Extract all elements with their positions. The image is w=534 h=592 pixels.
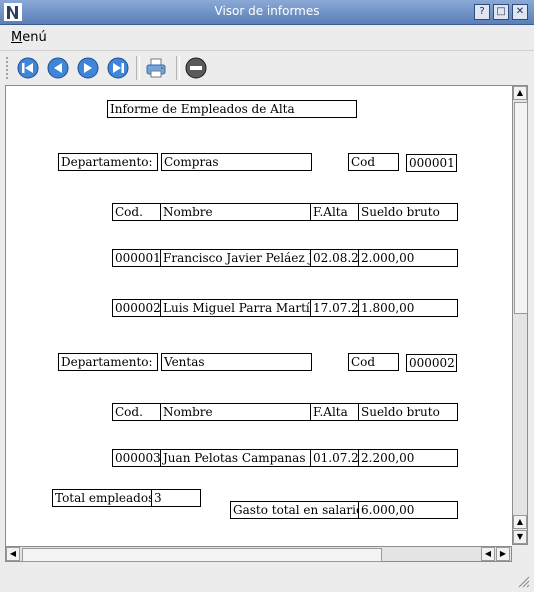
cod-value: 000002 [406, 354, 457, 372]
report-viewport[interactable]: Informe de Empleados de Alta Departament… [5, 85, 513, 547]
row-nombre: Juan Pelotas Campanas [160, 449, 311, 467]
cod-value: 000001 [406, 154, 457, 172]
scroll-up-button[interactable]: ▲ [513, 515, 527, 529]
vertical-scroll-thumb[interactable] [514, 102, 528, 314]
row-nombre: Luis Miguel Parra Martínez [160, 299, 311, 317]
row-sueldo: 2.200,00 [358, 449, 458, 467]
menu-mnemonic: M [11, 30, 23, 45]
total-employees-value: 3 [151, 489, 201, 507]
row-sueldo: 1.800,00 [358, 299, 458, 317]
department-label: Departamento: [58, 153, 158, 171]
print-icon[interactable] [144, 56, 168, 80]
horizontal-scroll-thumb[interactable] [22, 548, 382, 562]
total-salary-label: Gasto total en salarios [230, 501, 359, 519]
scroll-right-button[interactable]: ▶ [496, 547, 510, 561]
cod-label: Cod [348, 353, 399, 371]
department-name: Compras [161, 153, 312, 171]
window-title: Visor de informes [214, 4, 320, 18]
row-falta: 02.08.200 [310, 249, 359, 267]
title-bar[interactable]: Visor de informes ? □ ✕ [0, 0, 534, 25]
row-cod: 000003 [112, 449, 161, 467]
department-name: Ventas [161, 353, 312, 371]
first-page-icon[interactable] [16, 56, 40, 80]
menu-bar: Menú [0, 25, 534, 51]
last-page-icon[interactable] [106, 56, 130, 80]
toolbar-separator [136, 56, 140, 80]
row-nombre: Francisco Javier Peláez Jime [160, 249, 311, 267]
row-cod: 000002 [112, 299, 161, 317]
scroll-left-button[interactable]: ◀ [6, 547, 20, 561]
menu-item-menu[interactable]: Menú [11, 30, 47, 45]
column-header-sueldo: Sueldo bruto [358, 403, 458, 421]
menu-label-rest: enú [22, 30, 47, 45]
scroll-up-button[interactable]: ▲ [513, 86, 527, 100]
total-salary-value: 6.000,00 [358, 501, 458, 519]
close-window-button[interactable]: ✕ [512, 4, 528, 20]
maximize-button[interactable]: □ [493, 4, 509, 20]
row-falta: 17.07.200 [310, 299, 359, 317]
close-report-icon[interactable] [184, 56, 208, 80]
column-header-nombre: Nombre [160, 403, 311, 421]
column-header-nombre: Nombre [160, 203, 311, 221]
toolbar [0, 51, 534, 85]
help-button[interactable]: ? [474, 4, 490, 20]
column-header-falta: F.Alta [310, 203, 359, 221]
column-header-cod: Cod. [112, 203, 161, 221]
previous-page-icon[interactable] [46, 56, 70, 80]
status-bar [0, 566, 534, 592]
row-sueldo: 2.000,00 [358, 249, 458, 267]
toolbar-separator [176, 56, 180, 80]
row-falta: 01.07.200 [310, 449, 359, 467]
department-label: Departamento: [58, 353, 158, 371]
toolbar-grip-icon[interactable] [5, 56, 9, 80]
scroll-left-button[interactable]: ◀ [481, 547, 495, 561]
report-title: Informe de Empleados de Alta [107, 100, 357, 118]
scroll-corner [512, 546, 528, 562]
row-cod: 000001 [112, 249, 161, 267]
vertical-scrollbar[interactable]: ▲ ▲ ▼ [512, 85, 528, 545]
scroll-down-button[interactable]: ▼ [513, 530, 527, 544]
next-page-icon[interactable] [76, 56, 100, 80]
cod-label: Cod [348, 153, 399, 171]
column-header-cod: Cod. [112, 403, 161, 421]
resize-grip-icon[interactable] [518, 576, 530, 588]
column-header-falta: F.Alta [310, 403, 359, 421]
column-header-sueldo: Sueldo bruto [358, 203, 458, 221]
total-employees-label: Total empleados [52, 489, 152, 507]
horizontal-scrollbar[interactable]: ◀ ◀ ▶ [5, 546, 512, 562]
